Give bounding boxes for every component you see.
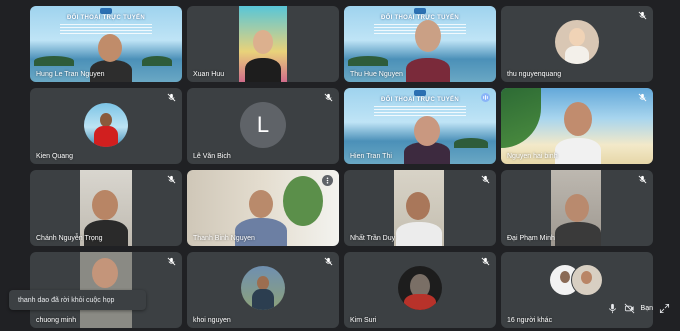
self-view-controls: Bạn bbox=[607, 303, 670, 314]
participant-name: Nhất Trần Duy bbox=[350, 235, 396, 242]
participant-tile[interactable]: Nguyen hai binh bbox=[501, 88, 653, 164]
mic-off-icon bbox=[324, 93, 333, 102]
participant-name: thu nguyenquang bbox=[507, 71, 562, 78]
banner-title: ĐỐI THOẠI TRỰC TUYẾN bbox=[381, 97, 459, 103]
avatar-face bbox=[257, 276, 269, 290]
organization-logo-icon bbox=[414, 8, 426, 14]
island-shape bbox=[142, 56, 172, 66]
participant-tile[interactable]: thu nguyenquang bbox=[501, 6, 653, 82]
avatar-face bbox=[100, 113, 112, 127]
island-shape bbox=[348, 56, 388, 66]
organization-logo-icon bbox=[414, 90, 426, 96]
participant-video-face bbox=[414, 116, 440, 146]
mic-off-icon bbox=[481, 175, 490, 184]
mic-off-icon bbox=[638, 175, 647, 184]
participant-tile[interactable]: Thanh Binh Nguyen bbox=[187, 170, 339, 246]
participant-tile[interactable]: Xuan Huu bbox=[187, 6, 339, 82]
participant-tile[interactable]: ĐỐI THOẠI TRỰC TUYẾN Hung Le Tran Nguyen bbox=[30, 6, 182, 82]
participant-name: Lê Văn Bich bbox=[193, 153, 231, 160]
participant-video-face bbox=[564, 102, 592, 136]
participant-tile[interactable]: khoi nguyen bbox=[187, 252, 339, 328]
participant-name: Đại Phạm Minh bbox=[507, 235, 555, 242]
participant-name: khoi nguyen bbox=[193, 317, 231, 324]
participant-video-face bbox=[249, 190, 273, 218]
participant-name: Thu Hue Nguyen bbox=[350, 71, 403, 78]
others-avatar bbox=[571, 264, 603, 296]
participant-name: Kim Suri bbox=[350, 317, 377, 324]
participant-name: Hien Tran Thi bbox=[350, 153, 392, 160]
speaking-indicator-icon bbox=[481, 93, 490, 102]
participant-video-face bbox=[253, 30, 273, 54]
banner-subtitle-lines bbox=[60, 24, 152, 34]
avatar-face bbox=[560, 271, 570, 283]
mic-off-icon bbox=[167, 175, 176, 184]
participant-tile[interactable]: Nhất Trần Duy bbox=[344, 170, 496, 246]
participant-tile[interactable]: Kien Quang bbox=[30, 88, 182, 164]
banner-subtitle-lines bbox=[374, 106, 466, 116]
more-options-icon[interactable] bbox=[322, 175, 333, 186]
expand-icon[interactable] bbox=[659, 303, 670, 314]
participant-tile[interactable]: Đại Phạm Minh bbox=[501, 170, 653, 246]
participant-name: Xuan Huu bbox=[193, 71, 225, 78]
island-shape bbox=[34, 56, 74, 66]
participant-avatar bbox=[555, 20, 599, 64]
mic-off-icon bbox=[167, 93, 176, 102]
mic-off-icon bbox=[167, 257, 176, 266]
island-shape bbox=[454, 138, 488, 148]
avatar-body bbox=[252, 289, 274, 310]
participant-video-body bbox=[245, 58, 281, 82]
participant-tile[interactable]: L Lê Văn Bich bbox=[187, 88, 339, 164]
participant-avatar bbox=[84, 103, 128, 147]
avatar-face bbox=[569, 28, 585, 46]
plant-shape bbox=[283, 176, 323, 226]
participant-avatar bbox=[241, 266, 285, 310]
participant-name: Nguyen hai binh bbox=[507, 153, 558, 160]
participant-video-body bbox=[84, 220, 128, 246]
participant-video-body bbox=[555, 138, 601, 164]
participant-tile[interactable]: ĐỐI THOẠI TRỰC TUYẾN Hien Tran Thi bbox=[344, 88, 496, 164]
toast-text: thanh dao đã rời khỏi cuộc họp bbox=[18, 296, 115, 304]
participant-initial-avatar: L bbox=[240, 102, 286, 148]
participant-video-face bbox=[415, 20, 441, 52]
mic-icon[interactable] bbox=[607, 303, 618, 314]
participant-video-face bbox=[98, 34, 122, 62]
mic-off-icon bbox=[638, 11, 647, 20]
banner-title: ĐỐI THOẠI TRỰC TUYẾN bbox=[381, 15, 459, 21]
participant-video-face bbox=[406, 192, 430, 220]
participant-video-face bbox=[565, 194, 589, 222]
participant-name: chuong minh bbox=[36, 317, 77, 324]
participant-video-face bbox=[92, 258, 118, 288]
others-count-label: 16 người khác bbox=[507, 317, 553, 324]
mic-off-icon bbox=[324, 257, 333, 266]
participant-video-face bbox=[92, 190, 118, 220]
participant-tile[interactable]: Kim Suri bbox=[344, 252, 496, 328]
avatar-face bbox=[581, 271, 592, 284]
self-view-label: Bạn bbox=[640, 305, 653, 312]
avatar-body bbox=[94, 126, 118, 147]
participant-tile[interactable]: Chánh Nguyễn Trọng bbox=[30, 170, 182, 246]
mic-off-icon bbox=[481, 257, 490, 266]
organization-logo-icon bbox=[100, 8, 112, 14]
banner-title: ĐỐI THOẠI TRỰC TUYẾN bbox=[67, 15, 145, 21]
participant-name: Hung Le Tran Nguyen bbox=[36, 71, 105, 78]
participant-video-body bbox=[406, 58, 450, 82]
others-tile[interactable]: 16 người khác bbox=[501, 252, 653, 328]
participant-name: Chánh Nguyễn Trọng bbox=[36, 235, 103, 242]
participant-tile[interactable]: ĐỐI THOẠI TRỰC TUYẾN Thu Hue Nguyen bbox=[344, 6, 496, 82]
participant-video-body bbox=[555, 222, 601, 246]
participant-name: Kien Quang bbox=[36, 153, 73, 160]
participant-video-body bbox=[396, 222, 442, 246]
mic-off-icon bbox=[638, 93, 647, 102]
participant-left-toast: thanh dao đã rời khỏi cuộc họp bbox=[9, 290, 146, 310]
camera-off-icon[interactable] bbox=[624, 303, 635, 314]
participant-avatar bbox=[398, 266, 442, 310]
participant-name: Thanh Binh Nguyen bbox=[193, 235, 255, 242]
avatar-body bbox=[404, 294, 436, 310]
avatar-body bbox=[565, 46, 589, 64]
